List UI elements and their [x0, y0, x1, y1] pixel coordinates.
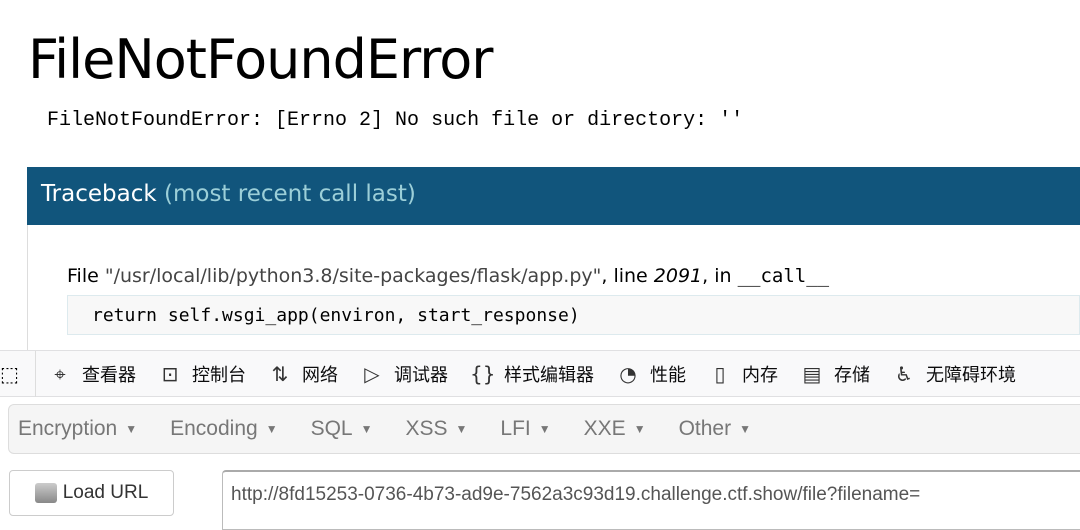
- menu-lfi[interactable]: LFI ▼: [500, 417, 550, 441]
- menu-encoding[interactable]: Encoding ▼: [170, 417, 277, 441]
- caret-down-icon: ▼: [739, 422, 751, 437]
- devtools-tab-label: 存储: [834, 364, 870, 386]
- menu-label: Other: [678, 417, 732, 440]
- caret-down-icon: ▼: [455, 422, 468, 437]
- caret-down-icon: ▼: [125, 422, 138, 437]
- performance-icon: ◔: [619, 361, 637, 386]
- accessibility-icon: ♿: [895, 361, 913, 386]
- page-title: FileNotFoundError: [28, 28, 493, 91]
- caret-down-icon: ▼: [265, 422, 278, 437]
- menu-xxe[interactable]: XXE ▼: [584, 417, 646, 441]
- load-url-button[interactable]: Load URL: [9, 470, 174, 516]
- frame-in-label: , in: [702, 265, 738, 287]
- devtools-tab-memory[interactable]: ▯ 内存: [708, 361, 778, 387]
- devtools-tab-label: 调试器: [394, 364, 448, 386]
- console-icon: ⊡: [161, 361, 179, 386]
- debugger-icon: ▷: [364, 361, 380, 386]
- frame-function: __call__: [737, 265, 830, 287]
- frame-file-line: File "/usr/local/lib/python3.8/site-pack…: [67, 265, 829, 287]
- devtools-tab-performance[interactable]: ◔ 性能: [616, 361, 686, 387]
- menu-sql[interactable]: SQL ▼: [311, 417, 373, 441]
- error-message: FileNotFoundError: [Errno 2] No such fil…: [47, 109, 744, 132]
- devtools-tab-network[interactable]: ⇅ 网络: [268, 361, 338, 387]
- menu-label: SQL: [310, 417, 353, 440]
- devtools-tab-style-editor[interactable]: {} 样式编辑器: [470, 361, 594, 387]
- devtools-tab-label: 无障碍环境: [926, 364, 1016, 386]
- devtools-tab-label: 查看器: [82, 364, 136, 386]
- inspector-icon: ⌖: [54, 361, 66, 386]
- menu-label: LFI: [500, 417, 531, 440]
- load-url-label: Load URL: [62, 482, 149, 503]
- devtools-tab-storage[interactable]: ▤ 存储: [800, 361, 870, 387]
- menu-label: Encoding: [170, 417, 258, 440]
- style-editor-icon: {}: [470, 361, 496, 386]
- caret-down-icon: ▼: [360, 422, 373, 437]
- menu-label: XXE: [583, 417, 626, 440]
- devtools-tab-console[interactable]: ⊡ 控制台: [158, 361, 246, 387]
- frame-line-label: , line: [601, 265, 654, 287]
- memory-icon: ▯: [714, 361, 726, 386]
- devtools-tab-accessibility[interactable]: ♿ 无障碍环境: [892, 361, 1016, 387]
- devtools-tab-label: 样式编辑器: [504, 364, 594, 386]
- devtools-tab-label: 性能: [650, 364, 686, 386]
- storage-icon: ▤: [802, 361, 822, 386]
- frame-line-number: 2091: [653, 265, 703, 287]
- element-picker-icon[interactable]: ⬚: [0, 350, 36, 397]
- caret-down-icon: ▼: [633, 422, 646, 437]
- frame-prefix: File: [67, 265, 105, 287]
- hackbar-menu: Encryption ▼ Encoding ▼ SQL ▼ XSS ▼ LFI ▼ XXE ▼ Othe…: [8, 404, 1080, 454]
- frame-code[interactable]: return self.wsgi_app(environ, start_resp…: [67, 295, 1080, 335]
- traceback-heading: Traceback: [41, 181, 157, 207]
- devtools-toolbar: ⬚ ⌖ 查看器 ⊡ 控制台 ⇅ 网络 ▷ 调试器 {} 样式编辑器 ◔ 性能 ▯ 内存 ▤ 存储 ♿ 无障碍环境: [0, 350, 1080, 397]
- devtools-tab-label: 控制台: [192, 364, 246, 386]
- devtools-tab-inspector[interactable]: ⌖ 查看器: [48, 361, 136, 387]
- frame-path: "/usr/local/lib/python3.8/site-packages/…: [104, 265, 602, 287]
- load-url-icon: [34, 483, 57, 503]
- menu-label: XSS: [405, 417, 448, 440]
- menu-other[interactable]: Other ▼: [679, 417, 751, 441]
- traceback-subheading: (most recent call last): [164, 181, 416, 207]
- url-input[interactable]: http://8fd15253-0736-4b73-ad9e-7562a3c93…: [222, 470, 1080, 530]
- menu-label: Encryption: [18, 417, 118, 440]
- devtools-tab-label: 网络: [302, 364, 338, 386]
- devtools-tab-label: 内存: [742, 364, 778, 386]
- network-icon: ⇅: [271, 361, 289, 386]
- menu-encryption[interactable]: Encryption ▼: [18, 417, 137, 441]
- traceback-header: Traceback (most recent call last): [27, 167, 1080, 225]
- devtools-tab-debugger[interactable]: ▷ 调试器: [360, 361, 448, 387]
- menu-xss[interactable]: XSS ▼: [406, 417, 468, 441]
- caret-down-icon: ▼: [538, 422, 551, 437]
